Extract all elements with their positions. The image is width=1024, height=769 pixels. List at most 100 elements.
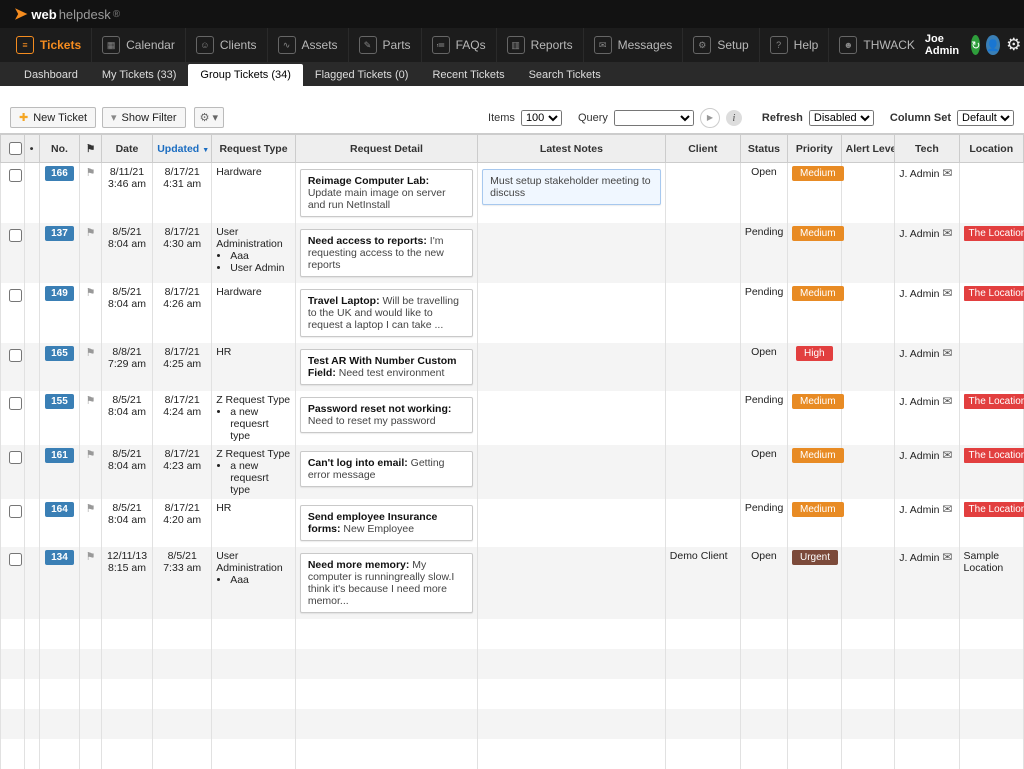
col-checkbox[interactable]	[1, 135, 25, 163]
col-tech[interactable]: Tech	[895, 135, 959, 163]
col-location[interactable]: Location	[959, 135, 1023, 163]
mail-icon[interactable]: ✉	[942, 286, 952, 300]
mail-icon[interactable]: ✉	[942, 346, 952, 360]
detail-card[interactable]: Travel Laptop: Will be travelling to the…	[300, 289, 473, 337]
nav-item-reports[interactable]: ▥Reports	[496, 28, 583, 62]
ticket-number[interactable]: 137	[45, 226, 74, 241]
table-row[interactable]: 166⚑8/11/213:46 am8/17/214:31 amHardware…	[1, 163, 1024, 224]
row-checkbox[interactable]	[9, 349, 22, 362]
row-checkbox[interactable]	[9, 229, 22, 242]
table-row[interactable]: 149⚑8/5/218:04 am8/17/214:26 amHardwareT…	[1, 283, 1024, 343]
table-row-empty	[1, 739, 1024, 769]
toolbar-gear-menu[interactable]: ⚙ ▾	[194, 107, 224, 128]
tab-group-tickets-[interactable]: Group Tickets (34)	[188, 64, 302, 86]
ticket-number[interactable]: 161	[45, 448, 74, 463]
table-row[interactable]: 165⚑8/8/217:29 am8/17/214:25 amHRTest AR…	[1, 343, 1024, 391]
nav-item-clients[interactable]: ☺Clients	[185, 28, 267, 62]
request-type-cell: HR	[212, 499, 296, 547]
table-row[interactable]: 155⚑8/5/218:04 am8/17/214:24 amZ Request…	[1, 391, 1024, 445]
nav-item-tickets[interactable]: ≡Tickets	[12, 28, 91, 62]
row-checkbox[interactable]	[9, 451, 22, 464]
detail-card[interactable]: Need access to reports: I'm requesting a…	[300, 229, 473, 277]
col-request-detail[interactable]: Request Detail	[295, 135, 477, 163]
ticket-number[interactable]: 149	[45, 286, 74, 301]
ticket-number[interactable]: 165	[45, 346, 74, 361]
columnset-select[interactable]: Default	[957, 110, 1014, 126]
col-no[interactable]: No.	[39, 135, 80, 163]
flag-icon[interactable]: ⚑	[86, 347, 96, 359]
refresh-select[interactable]: Disabled	[809, 110, 874, 126]
ticket-number[interactable]: 134	[45, 550, 74, 565]
row-checkbox[interactable]	[9, 505, 22, 518]
col-alert-level[interactable]: Alert Level	[841, 135, 895, 163]
ticket-number[interactable]: 166	[45, 166, 74, 181]
col-priority[interactable]: Priority	[788, 135, 842, 163]
table-row[interactable]: 137⚑8/5/218:04 am8/17/214:30 amUser Admi…	[1, 223, 1024, 283]
detail-card[interactable]: Need more memory: My computer is running…	[300, 553, 473, 613]
tab-search-tickets[interactable]: Search Tickets	[517, 64, 613, 86]
flag-icon[interactable]: ⚑	[86, 287, 96, 299]
tab-dashboard[interactable]: Dashboard	[12, 64, 90, 86]
presence-icon[interactable]: ↻	[971, 35, 980, 55]
nav-item-messages[interactable]: ✉Messages	[583, 28, 683, 62]
flag-icon[interactable]: ⚑	[86, 503, 96, 515]
nav-item-help[interactable]: ?Help	[759, 28, 829, 62]
row-checkbox[interactable]	[9, 553, 22, 566]
detail-card[interactable]: Can't log into email: Getting error mess…	[300, 451, 473, 487]
mail-icon[interactable]: ✉	[942, 448, 952, 462]
show-filter-button[interactable]: ▾ Show Filter	[102, 107, 186, 128]
query-select[interactable]	[614, 110, 694, 126]
ticket-number[interactable]: 155	[45, 394, 74, 409]
tab-flagged-tickets-[interactable]: Flagged Tickets (0)	[303, 64, 421, 86]
date-cell: 8/5/218:04 am	[101, 283, 152, 343]
detail-card[interactable]: Test AR With Number Custom Field: Need t…	[300, 349, 473, 385]
row-checkbox[interactable]	[9, 289, 22, 302]
mail-icon[interactable]: ✉	[942, 226, 952, 240]
row-checkbox[interactable]	[9, 397, 22, 410]
settings-gear-icon[interactable]: ⚙	[1006, 35, 1021, 55]
nav-item-thwack[interactable]: ☻THWACK	[828, 28, 925, 62]
table-row[interactable]: 164⚑8/5/218:04 am8/17/214:20 amHRSend em…	[1, 499, 1024, 547]
run-query-icon[interactable]: ▶	[700, 108, 720, 128]
detail-card[interactable]: Reimage Computer Lab: Update main image …	[300, 169, 473, 217]
nav-user[interactable]: Joe Admin	[925, 33, 959, 57]
nav-item-faqs[interactable]: ≔FAQs	[421, 28, 496, 62]
flag-icon[interactable]: ⚑	[86, 167, 96, 179]
col-latest-notes[interactable]: Latest Notes	[478, 135, 666, 163]
flag-icon[interactable]: ⚑	[86, 551, 96, 563]
flag-icon[interactable]: ⚑	[86, 227, 96, 239]
flag-icon[interactable]: ⚑	[86, 449, 96, 461]
nav-item-parts[interactable]: ✎Parts	[348, 28, 421, 62]
tab-recent-tickets[interactable]: Recent Tickets	[420, 64, 516, 86]
tab-my-tickets-[interactable]: My Tickets (33)	[90, 64, 189, 86]
select-all-checkbox[interactable]	[9, 142, 22, 155]
mail-icon[interactable]: ✉	[942, 166, 952, 180]
col-status[interactable]: Status	[740, 135, 787, 163]
col-date[interactable]: Date	[101, 135, 152, 163]
mail-icon[interactable]: ✉	[942, 550, 952, 564]
toolbar: ✚ New Ticket ▾ Show Filter ⚙ ▾ Items 100…	[0, 102, 1024, 134]
ticket-number[interactable]: 164	[45, 502, 74, 517]
col-dot[interactable]: •	[24, 135, 39, 163]
col-updated[interactable]: Updated▼	[153, 135, 212, 163]
col-client[interactable]: Client	[665, 135, 740, 163]
tech-cell: J. Admin ✉	[895, 163, 959, 224]
detail-card[interactable]: Send employee Insurance forms: New Emplo…	[300, 505, 473, 541]
detail-card[interactable]: Password reset not working: Need to rese…	[300, 397, 473, 433]
new-ticket-button[interactable]: ✚ New Ticket	[10, 107, 96, 128]
mail-icon[interactable]: ✉	[942, 394, 952, 408]
row-checkbox[interactable]	[9, 169, 22, 182]
table-row[interactable]: 134⚑12/11/138:15 am8/5/217:33 amUser Adm…	[1, 547, 1024, 619]
col-request-type[interactable]: Request Type	[212, 135, 296, 163]
info-icon[interactable]: i	[726, 110, 742, 126]
nav-item-setup[interactable]: ⚙Setup	[682, 28, 758, 62]
table-row[interactable]: 161⚑8/5/218:04 am8/17/214:23 amZ Request…	[1, 445, 1024, 499]
flag-icon[interactable]: ⚑	[86, 395, 96, 407]
mail-icon[interactable]: ✉	[942, 502, 952, 516]
avatar-icon[interactable]: 👤	[986, 35, 1000, 55]
request-type-cell: User AdministrationAaaUser Admin	[212, 223, 296, 283]
nav-item-calendar[interactable]: ▦Calendar	[91, 28, 185, 62]
items-per-page-select[interactable]: 100	[521, 110, 562, 126]
nav-item-assets[interactable]: ∿Assets	[267, 28, 348, 62]
col-flag[interactable]: ⚑	[80, 135, 101, 163]
